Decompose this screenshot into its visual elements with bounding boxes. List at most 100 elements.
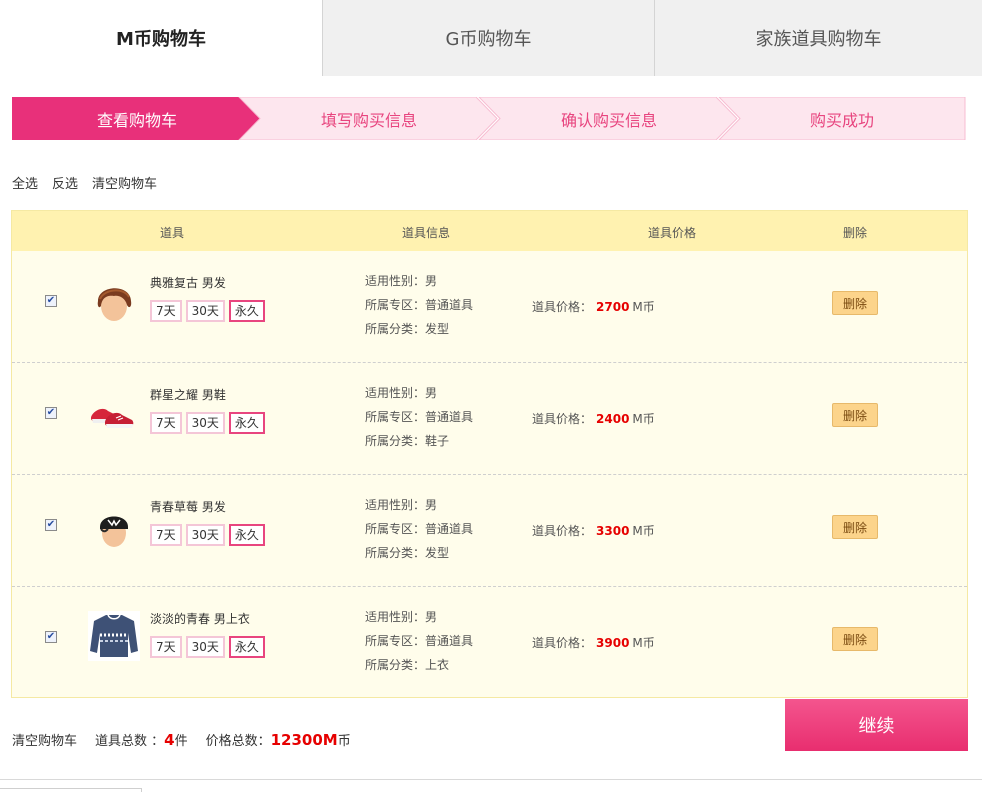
duration-options: 7天 30天 永久: [150, 636, 265, 658]
price-label: 道具价格：: [532, 300, 593, 314]
item-name: 典雅复古 男发: [150, 276, 226, 290]
price-label: 道具价格：: [532, 636, 593, 650]
item-zone: 所属专区：普通道具: [365, 298, 474, 312]
item-category: 所属分类：发型: [365, 546, 450, 560]
price-unit: M币: [632, 636, 655, 650]
header-item-price: 道具价格: [648, 226, 697, 240]
row-checkbox[interactable]: ✔: [45, 519, 57, 531]
item-info: 适用性别：男 所属专区：普通道具 所属分类：鞋子: [365, 381, 473, 453]
price-total: 价格总数：12300M币: [206, 730, 351, 749]
item-category: 所属分类：发型: [365, 322, 450, 336]
item-gender: 适用性别：男: [365, 274, 438, 288]
row-checkbox[interactable]: ✔: [45, 407, 57, 419]
tab-g-coin-cart[interactable]: G币购物车: [322, 0, 654, 76]
delete-button[interactable]: 删除: [832, 515, 878, 539]
bottom-tab-edge: [0, 788, 142, 792]
item-name: 群星之耀 男鞋: [150, 388, 226, 402]
hair-icon: [88, 279, 140, 329]
item-category: 所属分类：上衣: [365, 658, 450, 672]
cart-summary: 清空购物车 道具总数 ：4件 价格总数：12300M币: [12, 730, 351, 749]
duration-permanent[interactable]: 永久: [228, 524, 265, 546]
price-label: 道具价格：: [532, 412, 593, 426]
duration-permanent[interactable]: 永久: [228, 412, 265, 434]
duration-30-days[interactable]: 30天: [185, 412, 225, 434]
item-info: 适用性别：男 所属专区：普通道具 所属分类：发型: [365, 493, 473, 565]
header-item-info: 道具信息: [402, 226, 451, 240]
duration-options: 7天 30天 永久: [150, 300, 265, 322]
price-total-unit: 币: [337, 734, 351, 749]
duration-7-days[interactable]: 7天: [150, 524, 182, 546]
cart-row: ✔ 典雅复古 男发 7天 30天 永久 适用性别：男 所属专区：普通道具 所属分…: [12, 251, 967, 363]
duration-7-days[interactable]: 7天: [150, 300, 182, 322]
cart-row: ✔ 青春草莓 男发 7天 30天 永久 适用性别：男 所属专区：普通道具 所属分…: [12, 475, 967, 587]
item-gender: 适用性别：男: [365, 386, 438, 400]
row-checkbox[interactable]: ✔: [45, 295, 57, 307]
price-unit: M币: [632, 300, 655, 314]
duration-7-days[interactable]: 7天: [150, 412, 182, 434]
item-zone: 所属专区：普通道具: [365, 410, 474, 424]
header-delete: 删除: [843, 226, 868, 240]
step-confirm-info: 确认购买信息: [478, 97, 740, 140]
header-item: 道具: [160, 226, 185, 240]
duration-permanent[interactable]: 永久: [228, 636, 265, 658]
cart-row: ✔ 淡淡的青春 男上衣 7天 30天 永久 适用性别：男 所属专区：普通道具 所…: [12, 587, 967, 699]
price-value: 3900: [596, 636, 630, 650]
item-gender: 适用性别：男: [365, 498, 438, 512]
item-price: 道具价格： 2400 M币: [532, 410, 655, 427]
select-all-link[interactable]: 全选: [12, 173, 38, 192]
bottom-divider: [0, 779, 982, 780]
step-view-cart: 查看购物车: [12, 97, 262, 140]
cart-tabs: M币购物车 G币购物车 家族道具购物车: [0, 0, 982, 76]
item-count: 道具总数 ：4件: [95, 730, 188, 749]
item-gender: 适用性别：男: [365, 610, 438, 624]
item-price: 道具价格： 3300 M币: [532, 522, 655, 539]
item-count-label: 道具总数 ：: [95, 734, 165, 749]
step-label: 购买成功: [809, 110, 874, 130]
tab-m-coin-cart[interactable]: M币购物车: [0, 0, 322, 76]
price-unit: M币: [632, 412, 655, 426]
continue-button[interactable]: 继续: [785, 699, 968, 751]
item-count-value: 4: [164, 731, 175, 749]
cap-hair-icon: [88, 503, 140, 553]
step-label: 填写购买信息: [320, 110, 417, 130]
cart-row: ✔ 群星之耀 男鞋 7天 30天 永久 适用性别：男 所属专区：普通道具 所属分…: [12, 363, 967, 475]
price-label: 道具价格：: [532, 524, 593, 538]
invert-selection-link[interactable]: 反选: [52, 173, 78, 192]
shoes-icon: [88, 391, 140, 441]
item-category: 所属分类：鞋子: [365, 434, 450, 448]
checkout-steps: 查看购物车 填写购买信息 确认购买信息 购买成功: [12, 97, 966, 140]
row-checkbox[interactable]: ✔: [45, 631, 57, 643]
item-zone: 所属专区：普通道具: [365, 522, 474, 536]
item-info: 适用性别：男 所属专区：普通道具 所属分类：上衣: [365, 605, 473, 677]
cart-table: 道具 道具信息 道具价格 删除 ✔ 典雅复古 男发 7天 30天 永久 适用性别…: [11, 210, 968, 698]
price-total-value: 12300M: [270, 731, 338, 749]
duration-30-days[interactable]: 30天: [185, 300, 225, 322]
cart-actions: 全选 反选 清空购物车: [12, 173, 157, 192]
delete-button[interactable]: 删除: [832, 291, 878, 315]
price-value: 3300: [596, 524, 630, 538]
sweater-icon: [88, 611, 140, 661]
clear-cart-link[interactable]: 清空购物车: [92, 173, 157, 192]
step-purchase-success: 购买成功: [718, 97, 966, 140]
price-value: 2700: [596, 300, 630, 314]
item-name: 淡淡的青春 男上衣: [150, 612, 250, 626]
duration-7-days[interactable]: 7天: [150, 636, 182, 658]
price-value: 2400: [596, 412, 630, 426]
tab-family-item-cart[interactable]: 家族道具购物车: [654, 0, 982, 76]
item-zone: 所属专区：普通道具: [365, 634, 474, 648]
item-count-unit: 件: [174, 734, 188, 749]
duration-options: 7天 30天 永久: [150, 412, 265, 434]
item-info: 适用性别：男 所属专区：普通道具 所属分类：发型: [365, 269, 473, 341]
delete-button[interactable]: 删除: [832, 627, 878, 651]
duration-permanent[interactable]: 永久: [228, 300, 265, 322]
footer-clear-cart-link[interactable]: 清空购物车: [12, 730, 77, 749]
cart-table-header: 道具 道具信息 道具价格 删除: [12, 211, 967, 251]
duration-options: 7天 30天 永久: [150, 524, 265, 546]
item-name: 青春草莓 男发: [150, 500, 226, 514]
price-total-label: 价格总数：: [205, 734, 271, 749]
duration-30-days[interactable]: 30天: [185, 524, 225, 546]
delete-button[interactable]: 删除: [832, 403, 878, 427]
item-price: 道具价格： 2700 M币: [532, 298, 655, 315]
duration-30-days[interactable]: 30天: [185, 636, 225, 658]
item-price: 道具价格： 3900 M币: [532, 634, 655, 651]
